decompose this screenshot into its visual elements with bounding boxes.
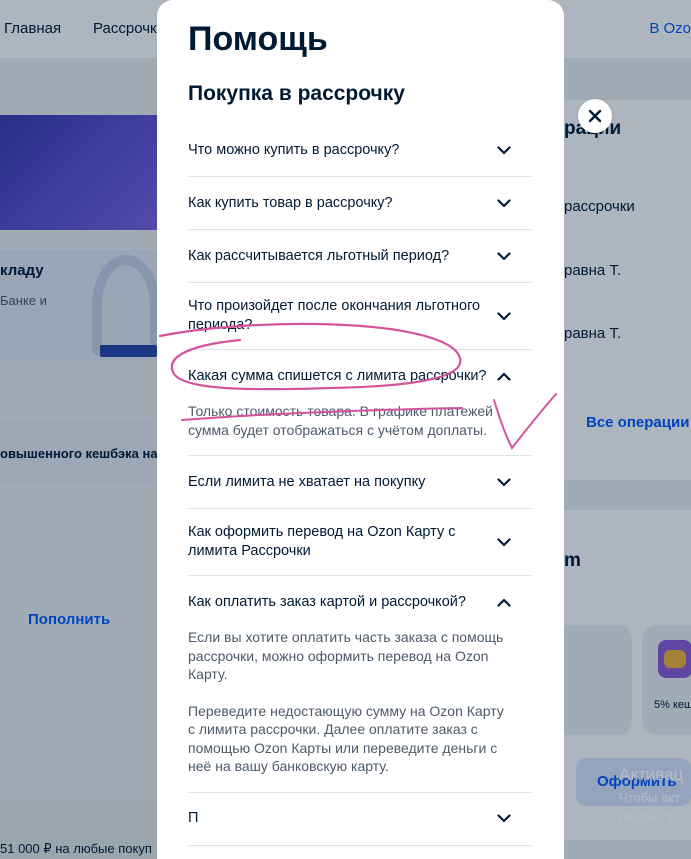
faq-item: Как оплатить заказ картой и рассрочкой? Е… bbox=[188, 576, 532, 793]
faq-toggle[interactable] bbox=[492, 304, 516, 328]
faq-item: Что произойдет после окончания льготного… bbox=[188, 283, 532, 350]
faq-question[interactable]: Как рассчитывается льготный период? bbox=[188, 230, 532, 282]
faq-question-text: Как оплатить заказ картой и рассрочкой? bbox=[188, 593, 466, 610]
activation-watermark-title: Активац bbox=[619, 765, 684, 784]
chevron-down-icon bbox=[497, 198, 511, 207]
faq-answer-paragraph: Переведите недостающую сумму на Ozon Кар… bbox=[188, 702, 504, 775]
faq-question-text: П bbox=[188, 810, 199, 826]
faq-question[interactable]: Что произойдет после окончания льготного… bbox=[188, 283, 532, 349]
faq-item: Если лимита не хватает на покупку bbox=[188, 456, 532, 509]
help-modal: Помощь Покупка в рассрочку Что можно куп… bbox=[157, 0, 564, 859]
faq-item: Как купить товар в рассрочку? bbox=[188, 177, 532, 230]
faq-answer-paragraph: Только стоимость товара. В графике плате… bbox=[188, 403, 493, 438]
activation-watermark-line: раздел "П bbox=[619, 809, 679, 824]
chevron-down-icon bbox=[497, 814, 511, 823]
faq-answer: Если вы хотите оплатить часть заказа с п… bbox=[188, 628, 532, 792]
faq-question[interactable]: Как оплатить заказ картой и рассрочкой? bbox=[188, 576, 532, 628]
faq-question-text: Как оформить перевод на Ozon Карту с лим… bbox=[188, 524, 456, 559]
activation-watermark-line: Чтобы акт bbox=[619, 790, 681, 805]
faq-item: Как рассчитывается льготный период? bbox=[188, 230, 532, 283]
faq-question[interactable]: Как купить товар в рассрочку? bbox=[188, 177, 532, 229]
faq-question[interactable]: Какая сумма спишется с лимита рассрочки? bbox=[188, 350, 532, 402]
faq-toggle[interactable] bbox=[492, 530, 516, 554]
chevron-down-icon bbox=[497, 145, 511, 154]
faq-answer: Только стоимость товара. В графике плате… bbox=[188, 402, 532, 455]
faq-question-text: Какая сумма спишется с лимита рассрочки? bbox=[188, 367, 487, 384]
faq-toggle[interactable] bbox=[492, 470, 516, 494]
chevron-up-icon bbox=[497, 598, 511, 607]
section-title: Покупка в рассрочку bbox=[188, 82, 405, 105]
faq-question[interactable]: П bbox=[188, 793, 532, 845]
faq-toggle[interactable] bbox=[492, 244, 516, 268]
faq-list: Что можно купить в рассрочку? Как купить … bbox=[188, 124, 532, 846]
faq-item: П bbox=[188, 793, 532, 846]
faq-question-text: Что можно купить в рассрочку? bbox=[188, 141, 400, 158]
faq-item: Что можно купить в рассрочку? bbox=[188, 124, 532, 177]
faq-question[interactable]: Если лимита не хватает на покупку bbox=[188, 456, 532, 508]
close-icon bbox=[588, 109, 602, 123]
faq-toggle[interactable] bbox=[492, 590, 516, 614]
faq-question-text: Как рассчитывается льготный период? bbox=[188, 247, 450, 264]
faq-toggle[interactable] bbox=[492, 807, 516, 831]
faq-answer-paragraph: Если вы хотите оплатить часть заказа с п… bbox=[188, 629, 504, 682]
faq-item: Как оформить перевод на Ozon Карту с лим… bbox=[188, 509, 532, 576]
faq-question-text: Если лимита не хватает на покупку bbox=[188, 473, 426, 490]
close-button[interactable] bbox=[578, 99, 612, 133]
faq-toggle[interactable] bbox=[492, 138, 516, 162]
faq-item: Какая сумма спишется с лимита рассрочки?… bbox=[188, 350, 532, 456]
faq-toggle[interactable] bbox=[492, 364, 516, 388]
chevron-down-icon bbox=[497, 251, 511, 260]
modal-title: Помощь bbox=[188, 20, 328, 58]
faq-question-text: Как купить товар в рассрочку? bbox=[188, 194, 393, 211]
chevron-up-icon bbox=[497, 372, 511, 381]
faq-question[interactable]: Как оформить перевод на Ozon Карту с лим… bbox=[188, 509, 532, 575]
faq-question[interactable]: Что можно купить в рассрочку? bbox=[188, 124, 532, 176]
chevron-down-icon bbox=[497, 477, 511, 486]
faq-toggle[interactable] bbox=[492, 191, 516, 215]
faq-question-text: Что произойдет после окончания льготного… bbox=[188, 298, 481, 333]
chevron-down-icon bbox=[497, 537, 511, 546]
chevron-down-icon bbox=[497, 311, 511, 320]
